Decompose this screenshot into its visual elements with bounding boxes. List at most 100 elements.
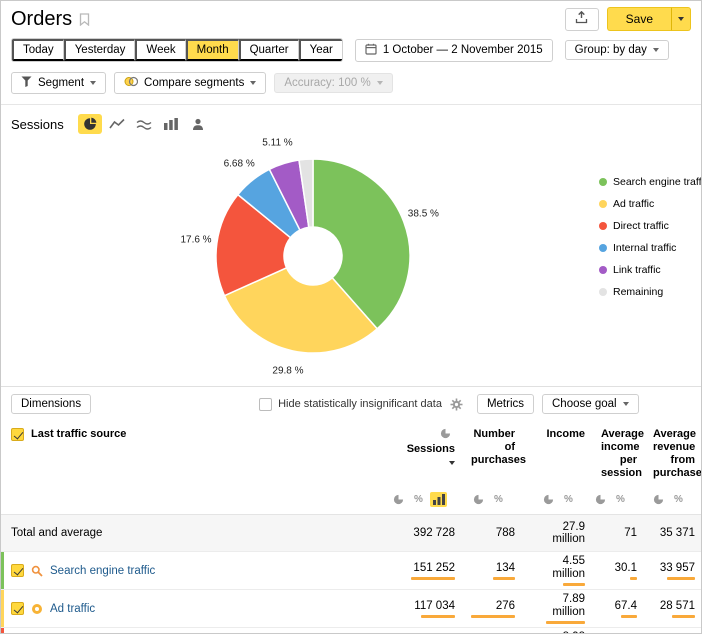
percent-toggle-icon[interactable]: % [612,492,629,507]
legend-dot-icon [599,266,607,274]
page-title: Orders [11,8,72,31]
choose-goal-dropdown[interactable]: Choose goal [542,394,639,414]
chart-columns-icon[interactable] [159,114,183,134]
percent-toggle-icon[interactable]: % [410,492,427,507]
metric-bar [630,577,637,580]
metrics-button[interactable]: Metrics [477,394,534,414]
metric-cell: 130 [593,628,645,634]
hide-insignificant-control[interactable]: Hide statistically insignificant data [259,398,442,411]
column-header-4[interactable]: Average revenue from purchase [645,421,702,480]
column-label: Average income per session [601,428,644,479]
total-row: Total and average392 72878827.9 million7… [1,515,702,552]
total-value: 71 [593,515,645,552]
group-by-dropdown[interactable]: Group: by day [565,40,669,60]
percent-toggle-icon[interactable]: % [490,492,507,507]
metric-cell: 151 252 [393,552,463,590]
compare-icon [124,76,138,90]
save-dropdown-button[interactable] [671,7,691,31]
row-checkbox[interactable] [11,564,24,577]
period-tab-quarter[interactable]: Quarter [239,39,299,61]
metric-cell: 28 571 [645,590,702,628]
search-traffic-icon [31,565,43,577]
slice-percentage-label: 29.8 % [272,366,303,377]
legend-item[interactable]: Ad traffic [599,198,702,210]
metric-value: 276 [471,600,515,613]
table-toolbar: Dimensions Hide statistically insignific… [1,386,701,421]
metric-cell: 33 957 [645,552,702,590]
compare-segments-dropdown[interactable]: Compare segments [114,72,266,94]
column-header-3[interactable]: Average income per session [593,421,645,480]
export-button[interactable] [565,8,599,31]
period-tab-month[interactable]: Month [186,39,239,61]
metric-toggles-row: %%%%% [1,480,702,515]
row-checkbox[interactable] [11,602,24,615]
column-label: Average revenue from purchase [653,428,702,479]
metric-bar [621,615,637,618]
toggles-spacer [1,480,393,515]
legend-item[interactable]: Internal traffic [599,242,702,254]
bookmark-icon[interactable] [79,13,90,26]
segment-dropdown[interactable]: Segment [11,72,106,94]
metric-bar [493,577,515,580]
legend-label: Remaining [613,286,663,298]
hide-insignificant-checkbox[interactable] [259,398,272,411]
percent-toggle-icon[interactable]: % [670,492,687,507]
pie-toggle-icon[interactable] [540,492,557,507]
date-range-label: 1 October — 2 November 2015 [383,44,543,56]
total-value: 27.9 million [523,515,593,552]
chevron-down-icon [377,81,383,85]
slice-percentage-label: 5.11 % [262,138,292,149]
legend-item[interactable]: Search engine traffic [599,176,702,188]
chart-stacked-icon[interactable] [132,114,156,134]
period-toolbar: TodayYesterdayWeekMonthQuarterYear 1 Oct… [1,34,701,66]
legend-item[interactable]: Remaining [599,286,702,298]
traffic-sources-table: Last traffic source SessionsNumber of pu… [1,421,702,634]
save-split-button: Save [607,7,691,31]
chart-line-icon[interactable] [105,114,129,134]
metric-cell: 8.98 million [523,628,593,634]
export-icon [575,11,588,27]
select-all-checkbox[interactable] [11,428,24,441]
chart-pie-icon[interactable] [78,114,102,134]
chevron-down-icon [623,402,629,406]
period-tab-year[interactable]: Year [299,39,342,61]
sort-caret-icon [449,461,455,465]
metric-value: 134 [471,562,515,575]
column-toggles-1: % [463,480,523,515]
column-header-0[interactable]: Sessions [393,421,463,480]
slice-percentage-label: 6.68 % [224,158,255,169]
period-tab-yesterday[interactable]: Yesterday [64,39,136,61]
pie-toggle-icon[interactable] [390,492,407,507]
pie-toggle-icon[interactable] [470,492,487,507]
pie-toggle-icon[interactable] [650,492,667,507]
save-button[interactable]: Save [607,7,671,31]
series-color-strip [1,628,4,634]
dimensions-button[interactable]: Dimensions [11,394,91,414]
column-label: Number of purchases [471,428,526,466]
chart-legend: Search engine traffic Ad traffic Direct tr… [599,176,702,308]
accuracy-dropdown[interactable]: Accuracy: 100 % [274,73,392,93]
traffic-source-link[interactable]: Search engine traffic [50,565,155,577]
bars-toggle-icon[interactable] [430,492,447,507]
metric-value: 117 034 [401,600,455,613]
legend-item[interactable]: Direct traffic [599,220,702,232]
period-tab-today[interactable]: Today [12,39,64,61]
legend-dot-icon [599,244,607,252]
chart-sources-icon[interactable] [186,114,210,134]
legend-label: Ad traffic [613,198,654,210]
traffic-source-link[interactable]: Ad traffic [50,603,95,615]
gear-icon[interactable] [450,398,463,411]
metric-cell: 44 888 [645,628,702,634]
column-header-2[interactable]: Income [523,421,593,480]
column-header-1[interactable]: Number of purchases [463,421,523,480]
series-color-strip [1,590,4,627]
pie-toggle-icon[interactable] [592,492,609,507]
date-range-button[interactable]: 1 October — 2 November 2015 [355,39,553,62]
metric-value: 30.1 [601,562,637,575]
legend-item[interactable]: Link traffic [599,264,702,276]
percent-toggle-icon[interactable]: % [560,492,577,507]
source-cell: Ad traffic [1,590,393,628]
metric-cell: 67.4 [593,590,645,628]
metric-cell: 117 034 [393,590,463,628]
period-tab-week[interactable]: Week [135,39,185,61]
